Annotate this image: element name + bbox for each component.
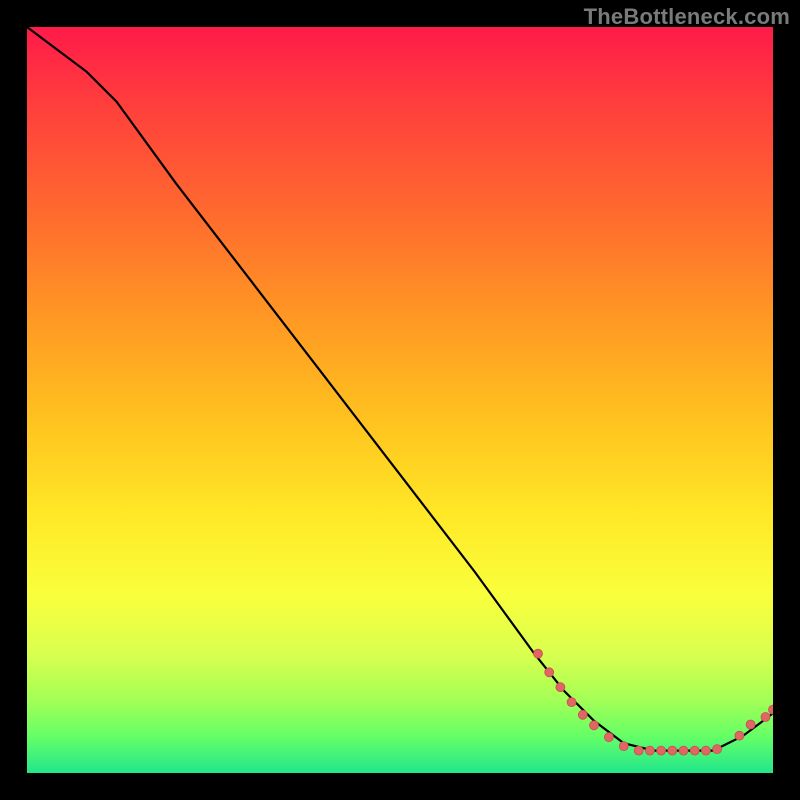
plot-svg (27, 27, 773, 773)
data-marker (735, 731, 744, 740)
data-marker (567, 698, 576, 707)
data-marker (769, 705, 774, 714)
data-marker (604, 733, 613, 742)
data-marker (619, 742, 628, 751)
data-marker (690, 746, 699, 755)
data-marker (761, 713, 770, 722)
data-marker (746, 720, 755, 729)
data-marker (578, 710, 587, 719)
data-marker (534, 649, 543, 658)
data-marker (701, 746, 710, 755)
data-marker (556, 683, 565, 692)
data-marker (679, 746, 688, 755)
data-marker (545, 668, 554, 677)
data-marker (668, 746, 677, 755)
watermark-text: TheBottleneck.com (584, 4, 790, 30)
chart-stage: TheBottleneck.com (0, 0, 800, 800)
marker-layer (534, 649, 774, 755)
bottleneck-curve (27, 27, 773, 751)
plot-area (27, 27, 773, 773)
data-marker (657, 746, 666, 755)
data-marker (634, 746, 643, 755)
data-marker (645, 746, 654, 755)
data-marker (590, 721, 599, 730)
data-marker (713, 745, 722, 754)
